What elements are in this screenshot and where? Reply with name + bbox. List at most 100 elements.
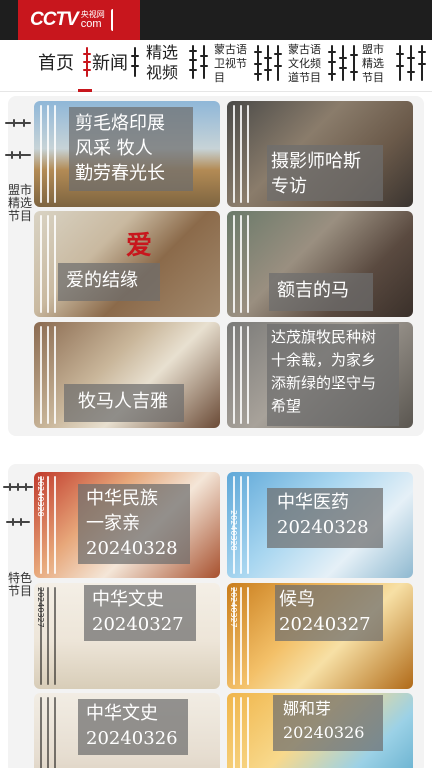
section-label: 特色 节目: [8, 572, 32, 598]
nav-league-line3: 节目: [362, 71, 384, 84]
nav-item-home[interactable]: 首页: [34, 40, 82, 92]
card-corner-date: 20240327: [36, 587, 45, 628]
mongolian-script-icon: [254, 45, 262, 81]
section-mongolian-title: [3, 472, 33, 552]
nav-item-news[interactable]: 新闻: [92, 40, 132, 92]
card-mongolian-caption: [37, 697, 63, 768]
video-card[interactable]: 20240328 中华民族 一家亲 20240328: [34, 472, 220, 578]
video-card[interactable]: 达茂旗牧民种树 十余载，为家乡 添新绿的坚守与 希望: [227, 322, 413, 428]
nav-home-label: 首页: [38, 53, 74, 74]
mongolian-script-icon: [3, 483, 33, 491]
section-mongolian-title: [5, 110, 31, 170]
logo-sub: 央视网 com: [80, 10, 105, 30]
logo-text: CCTV: [30, 9, 79, 30]
nav-league-line1: 盟市: [362, 43, 384, 56]
nav-satellite-line3: 目: [214, 71, 225, 84]
nav-active-indicator: [78, 89, 92, 92]
mongolian-script-icon: [200, 45, 208, 79]
card-mongolian-caption: [230, 326, 256, 424]
card-title-overlay: 中华医药 20240328: [267, 488, 383, 548]
card-title-overlay: 牧马人吉雅: [64, 384, 184, 422]
nav-featured-line1: 精选: [146, 43, 179, 62]
card-title-line: 中华文史: [86, 703, 158, 724]
nav-item-featured-video[interactable]: 精选 视频: [146, 40, 186, 92]
nav-item-mongolian-culture[interactable]: 蒙古语 文化频 道节目: [288, 40, 324, 92]
nav-culture-line3: 道节目: [288, 71, 321, 84]
nav-bar: 首页 新闻 精选 视频 蒙古语 卫视节 目 蒙古语 文化频 道节目 盟市 精选 …: [0, 40, 432, 92]
mongolian-script-icon: [6, 518, 30, 526]
logo-com: com: [80, 17, 102, 30]
video-card[interactable]: 牧马人吉雅: [34, 322, 220, 428]
card-corner-date: 20240328: [229, 510, 238, 551]
card-title-line: 十余载，为家乡: [271, 351, 377, 369]
video-card[interactable]: 20240328 中华医药 20240328: [227, 472, 413, 578]
video-card[interactable]: 娜和芽 20240326: [227, 693, 413, 768]
card-title-line: 添新绿的坚守与: [271, 374, 377, 392]
card-date: 20240326: [283, 723, 365, 742]
nav-news-label: 新闻: [92, 53, 128, 74]
video-card[interactable]: 额吉的马: [227, 211, 413, 317]
card-date: 20240328: [277, 517, 369, 538]
card-title-overlay: 候鸟 20240327: [275, 585, 383, 641]
card-title-line: 候鸟: [279, 589, 315, 610]
card-title-overlay: 摄影师哈斯 专访: [267, 145, 383, 201]
app-screen: CCTV 央视网 com 首页 新闻 精选 视频 蒙古语 卫视节 目 蒙古语 文…: [0, 0, 432, 768]
card-title-line: 娜和芽: [283, 699, 332, 718]
card-title-overlay: 爱的结缘: [58, 263, 160, 301]
mongolian-script-icon: [274, 45, 282, 81]
card-corner-date: 20240327: [229, 587, 238, 628]
card-title-line: 达茂旗牧民种树: [271, 328, 377, 346]
card-mongolian-caption: [230, 105, 256, 203]
card-title-line: 牧马人吉雅: [78, 391, 168, 412]
mongolian-script-icon: [189, 45, 197, 79]
card-title-line: 剪毛烙印展: [75, 113, 165, 134]
card-title-line: 爱的结缘: [66, 270, 138, 291]
section-label: 盟市 精选 节目: [8, 184, 32, 223]
video-card[interactable]: 中华文史 20240326: [34, 693, 220, 768]
nav-item-league-city[interactable]: 盟市 精选 节目: [362, 40, 392, 92]
nav-mongolian-mark: [252, 40, 284, 92]
nav-mongolian-mark: [128, 40, 142, 92]
mongolian-script-icon: [339, 45, 347, 81]
section-label-line: 节目: [8, 209, 33, 223]
mongolian-script-icon: [5, 151, 31, 159]
video-card[interactable]: 20240327 中华文史 20240327: [34, 583, 220, 689]
card-title-overlay: 剪毛烙印展 风采 牧人 勤劳春光长: [69, 107, 193, 191]
card-title-line: 中华医药: [277, 492, 349, 513]
card-title-overlay: 达茂旗牧民种树 十余载，为家乡 添新绿的坚守与 希望: [267, 324, 399, 426]
mongolian-script-icon: [350, 45, 358, 81]
mongolian-script-icon: [5, 119, 31, 127]
mongolian-script-icon: [396, 45, 404, 81]
section-featured: 特色 节目 20240328 中华民族 一家亲 20240328 2024032…: [3, 464, 424, 768]
card-title-line: 摄影师哈斯: [271, 151, 361, 172]
video-card[interactable]: 20240327 候鸟 20240327: [227, 583, 413, 689]
card-corner-date: 20240328: [36, 476, 45, 517]
card-mongolian-caption: [230, 697, 256, 768]
card-title-line: 中华文史: [92, 589, 164, 610]
video-card[interactable]: 摄影师哈斯 专访: [227, 101, 413, 207]
card-title-overlay: 额吉的马: [269, 273, 373, 311]
video-card[interactable]: 剪毛烙印展 风采 牧人 勤劳春光长: [34, 101, 220, 207]
card-date: 20240326: [86, 728, 178, 749]
video-card[interactable]: 爱 爱的结缘: [34, 211, 220, 317]
nav-league-line2: 精选: [362, 57, 384, 70]
mongolian-script-icon: [131, 47, 139, 77]
nav-mongolian-mark: [394, 40, 428, 92]
mongolian-script-icon: [328, 45, 336, 81]
mongolian-script-icon: [83, 47, 91, 77]
card-title-line: 专访: [271, 176, 307, 197]
nav-satellite-line2: 卫视节: [214, 57, 247, 70]
card-title-overlay: 中华文史 20240326: [78, 699, 188, 755]
card-title-overlay: 中华文史 20240327: [84, 585, 196, 641]
cctv-logo[interactable]: CCTV 央视网 com: [18, 0, 140, 40]
card-mongolian-caption: [37, 326, 63, 424]
nav-item-mongolian-satellite[interactable]: 蒙古语 卫视节 目: [214, 40, 250, 92]
logo-mongolian-mark: [110, 9, 121, 31]
nav-featured-line2: 视频: [146, 63, 179, 82]
nav-satellite-line1: 蒙古语: [214, 43, 247, 56]
card-title-line: 勤劳春光长: [75, 163, 165, 184]
card-title-line: 风采 牧人: [75, 138, 153, 159]
nav-culture-line1: 蒙古语: [288, 43, 321, 56]
section-league-city: 盟市 精选 节目 剪毛烙印展 风采 牧人 勤劳春光长 摄影师哈斯 专访 爱 爱的…: [5, 96, 424, 436]
card-title-overlay: 中华民族 一家亲 20240328: [78, 484, 190, 564]
